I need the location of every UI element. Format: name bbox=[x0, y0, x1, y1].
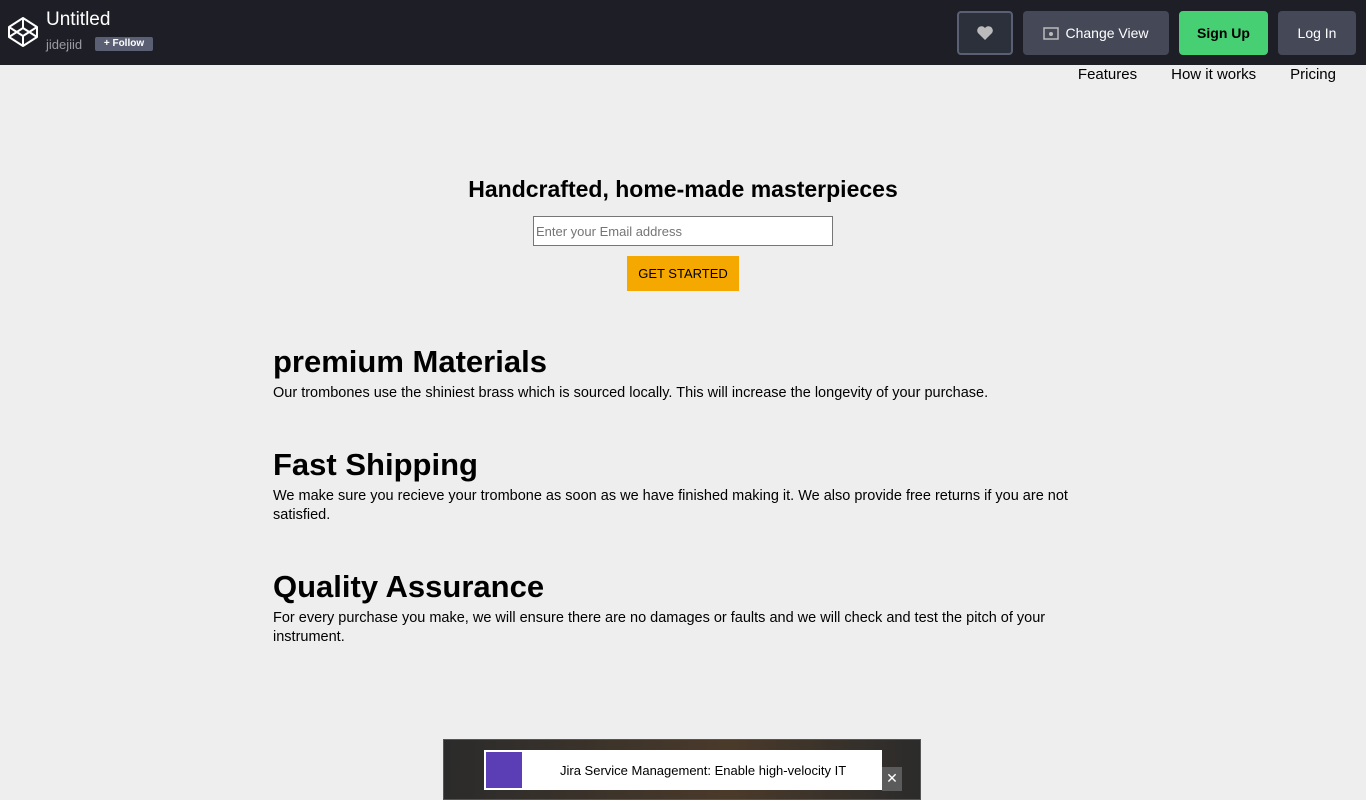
codepen-header: Untitled jidejiid + Follow Change View S… bbox=[0, 0, 1366, 65]
feature-fast-shipping: Fast Shipping We make sure you recieve y… bbox=[273, 447, 1085, 525]
feature-title: premium Materials bbox=[273, 344, 547, 379]
view-icon bbox=[1043, 26, 1060, 40]
like-button[interactable] bbox=[957, 11, 1013, 55]
author-name[interactable]: jidejiid bbox=[46, 37, 82, 52]
feature-text: Our trombones use the shiniest brass whi… bbox=[273, 385, 989, 401]
codepen-logo-icon[interactable] bbox=[7, 16, 39, 48]
page-nav: Features How it works Pricing bbox=[1078, 66, 1336, 83]
sign-up-button[interactable]: Sign Up bbox=[1179, 11, 1268, 55]
follow-button[interactable]: + Follow bbox=[95, 37, 153, 51]
log-in-button[interactable]: Log In bbox=[1278, 11, 1356, 55]
nav-link-how-it-works[interactable]: How it works bbox=[1171, 66, 1256, 83]
feature-text: We make sure you recieve your trombone a… bbox=[273, 488, 1068, 523]
pen-title[interactable]: Untitled bbox=[46, 9, 110, 31]
feature-title: Fast Shipping bbox=[273, 447, 478, 482]
follow-label: Follow bbox=[112, 38, 145, 49]
close-ad-button[interactable]: ✕ bbox=[882, 767, 902, 791]
get-started-button[interactable]: GET STARTED bbox=[627, 256, 739, 291]
hero-title: Handcrafted, home-made masterpieces bbox=[468, 176, 898, 202]
nav-link-features[interactable]: Features bbox=[1078, 66, 1137, 83]
change-view-label: Change View bbox=[1065, 25, 1149, 41]
change-view-button[interactable]: Change View bbox=[1023, 11, 1169, 55]
ad-banner[interactable]: Jira Service Management: Enable high-vel… bbox=[484, 750, 882, 790]
ad-thumbnail bbox=[484, 750, 524, 790]
close-icon: ✕ bbox=[886, 771, 898, 787]
feature-text: For every purchase you make, we will ens… bbox=[273, 610, 1046, 645]
email-input[interactable] bbox=[533, 216, 833, 246]
ad-text: Jira Service Management: Enable high-vel… bbox=[560, 762, 847, 778]
feature-quality-assurance: Quality Assurance For every purchase you… bbox=[273, 569, 1085, 647]
nav-link-pricing[interactable]: Pricing bbox=[1290, 66, 1336, 83]
heart-icon bbox=[977, 26, 993, 40]
feature-premium-materials: premium Materials Our trombones use the … bbox=[273, 344, 1085, 403]
feature-title: Quality Assurance bbox=[273, 569, 545, 604]
